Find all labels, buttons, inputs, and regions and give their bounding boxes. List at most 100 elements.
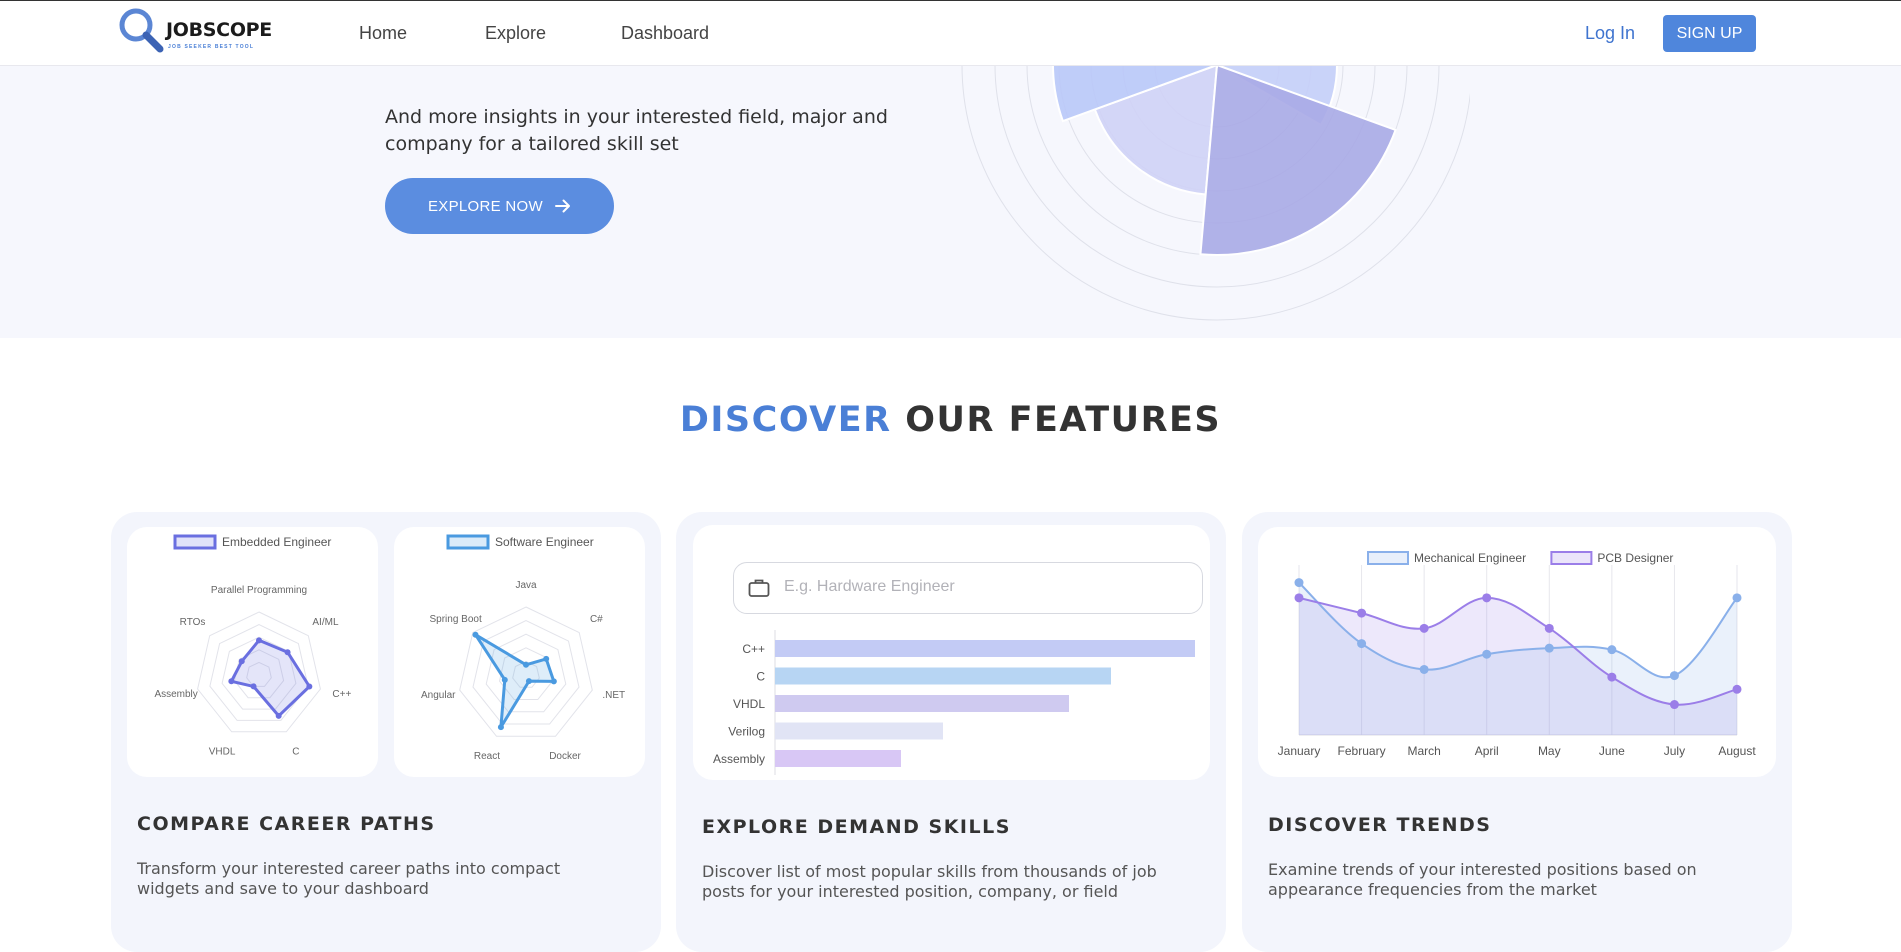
- logo-tagline: JOB SEEKER BEST TOOL: [168, 44, 255, 50]
- series-point: [1669, 700, 1679, 710]
- radar-axis-label: AI/ML: [312, 617, 339, 628]
- series-point: [1732, 684, 1742, 694]
- x-tick-label: January: [1278, 744, 1321, 758]
- trends-widget[interactable]: January February March April May June July Augu…: [1258, 527, 1776, 777]
- radar-chart-embedded: Parallel Programming AI/ML C++ C VHDL Assembl…: [154, 534, 351, 758]
- x-tick-label: August: [1718, 744, 1756, 758]
- skills-search-input[interactable]: E.g. Hardware Engineer: [733, 562, 1203, 614]
- bar-label: Assembly: [713, 752, 765, 766]
- card-text: Examine trends of your interested positi…: [1268, 860, 1697, 899]
- legend-swatch: [1550, 551, 1593, 565]
- series-point: [1544, 643, 1554, 653]
- series-point: [1357, 608, 1367, 618]
- radar-axis-label: Angular: [421, 690, 456, 701]
- x-tick-label: April: [1475, 744, 1499, 758]
- feature-card-trends: January February March April May June July Augu…: [1242, 512, 1792, 952]
- series-point: [1732, 593, 1742, 603]
- features-title: DISCOVER OUR FEATURES: [0, 400, 1901, 440]
- login-link[interactable]: Log In: [1585, 23, 1635, 44]
- skills-widget: E.g. Hardware Engineer C++ C VHDL Verilog As…: [693, 525, 1210, 780]
- card-text: Discover list of most popular skills fro…: [702, 862, 1157, 901]
- logo[interactable]: JOBSCOPE JOB SEEKER BEST TOOL: [118, 7, 288, 55]
- features-title-accent: DISCOVER: [679, 400, 892, 440]
- bar: [775, 750, 901, 767]
- area-fill: [1299, 582, 1737, 735]
- series-point: [1669, 671, 1679, 681]
- feature-card-compare: Parallel Programming AI/ML C++ C VHDL Assembl…: [111, 512, 661, 952]
- radar-series-shape: [229, 638, 311, 718]
- radar-axis-label: Spring Boot: [430, 614, 482, 625]
- radar-widget-software[interactable]: Java C# .NET Docker React Angular Spring Boot S…: [394, 527, 645, 777]
- x-tick-label: March: [1407, 744, 1440, 758]
- x-tick-label: February: [1338, 744, 1386, 758]
- radar-point: [238, 658, 245, 665]
- top-border: [0, 0, 1901, 1]
- radar-point: [543, 655, 550, 662]
- legend-label: Embedded Engineer: [222, 535, 331, 549]
- bar-label: Verilog: [728, 725, 765, 739]
- feature-card-skills: E.g. Hardware Engineer C++ C VHDL Verilog As…: [676, 512, 1226, 952]
- legend-swatch: [173, 534, 217, 550]
- card-heading: DISCOVER TRENDS: [1268, 814, 1492, 836]
- radar-axis-label: RTOs: [180, 617, 206, 628]
- radar-point: [256, 637, 262, 644]
- series-point: [1544, 623, 1554, 633]
- radar-axis-label: Assembly: [154, 689, 197, 700]
- bar-label: C: [756, 670, 765, 684]
- bar: [775, 722, 943, 740]
- radar-point: [306, 683, 313, 690]
- briefcase-icon: [748, 579, 770, 597]
- radar-point: [525, 678, 532, 685]
- series-point: [1607, 645, 1617, 655]
- series-point: [1294, 578, 1304, 588]
- radar-point: [523, 661, 529, 668]
- series-point: [1357, 639, 1367, 649]
- legend-label: Software Engineer: [495, 535, 594, 549]
- nav-home[interactable]: Home: [359, 23, 407, 44]
- radar-point: [472, 631, 479, 638]
- series-point: [1482, 593, 1492, 603]
- legend-label: PCB Designer: [1597, 551, 1673, 565]
- bar: [775, 640, 1195, 657]
- top-navbar: JOBSCOPE JOB SEEKER BEST TOOL Home Explo…: [0, 1, 1901, 66]
- radar-axis-label: Parallel Programming: [211, 585, 307, 596]
- card-heading: COMPARE CAREER PATHS: [137, 813, 436, 835]
- x-tick-label: June: [1599, 744, 1625, 758]
- magnifier-logo-icon: [119, 8, 164, 53]
- series-point: [1419, 623, 1429, 633]
- radar-point: [501, 676, 508, 683]
- radar-point: [284, 649, 291, 656]
- x-tick-label: May: [1538, 744, 1561, 758]
- radar-widget-embedded[interactable]: Parallel Programming AI/ML C++ C VHDL Assembl…: [127, 527, 378, 777]
- explore-now-button[interactable]: EXPLORE NOW: [385, 178, 614, 234]
- radar-axis-label: Java: [515, 580, 537, 591]
- legend-label: Mechanical Engineer: [1414, 551, 1526, 565]
- series-point: [1482, 649, 1492, 659]
- bar-label: C++: [742, 642, 765, 656]
- radar-point: [550, 678, 557, 685]
- radar-axis-label: C: [292, 747, 299, 758]
- card-text: Transform your interested career paths i…: [137, 859, 561, 898]
- radar-axis-label: React: [474, 751, 500, 762]
- x-tick-label: July: [1664, 744, 1685, 758]
- logo-text: JOBSCOPE: [166, 19, 272, 41]
- bar: [775, 695, 1069, 712]
- polar-slice: [1199, 63, 1397, 256]
- bar-label: VHDL: [733, 697, 765, 711]
- radar-chart-software: Java C# .NET Docker React Angular Spring Boot S…: [421, 534, 625, 762]
- signup-button[interactable]: SIGN UP: [1663, 15, 1756, 52]
- series-point: [1419, 664, 1429, 674]
- nav-explore[interactable]: Explore: [485, 23, 546, 44]
- arrow-right-icon: [555, 199, 570, 213]
- bar: [775, 667, 1111, 685]
- series-point: [1607, 672, 1617, 682]
- skills-bar-chart: C++ C VHDL Verilog Assembly: [713, 630, 1195, 775]
- nav-dashboard[interactable]: Dashboard: [621, 23, 709, 44]
- radar-point: [228, 678, 235, 685]
- radar-axis-label: VHDL: [209, 747, 236, 758]
- radar-axis-label: C++: [332, 689, 351, 700]
- radar-axis-label: Docker: [549, 751, 581, 762]
- radar-point: [497, 724, 504, 731]
- features-title-rest: OUR FEATURES: [905, 400, 1222, 440]
- search-placeholder: E.g. Hardware Engineer: [784, 578, 955, 595]
